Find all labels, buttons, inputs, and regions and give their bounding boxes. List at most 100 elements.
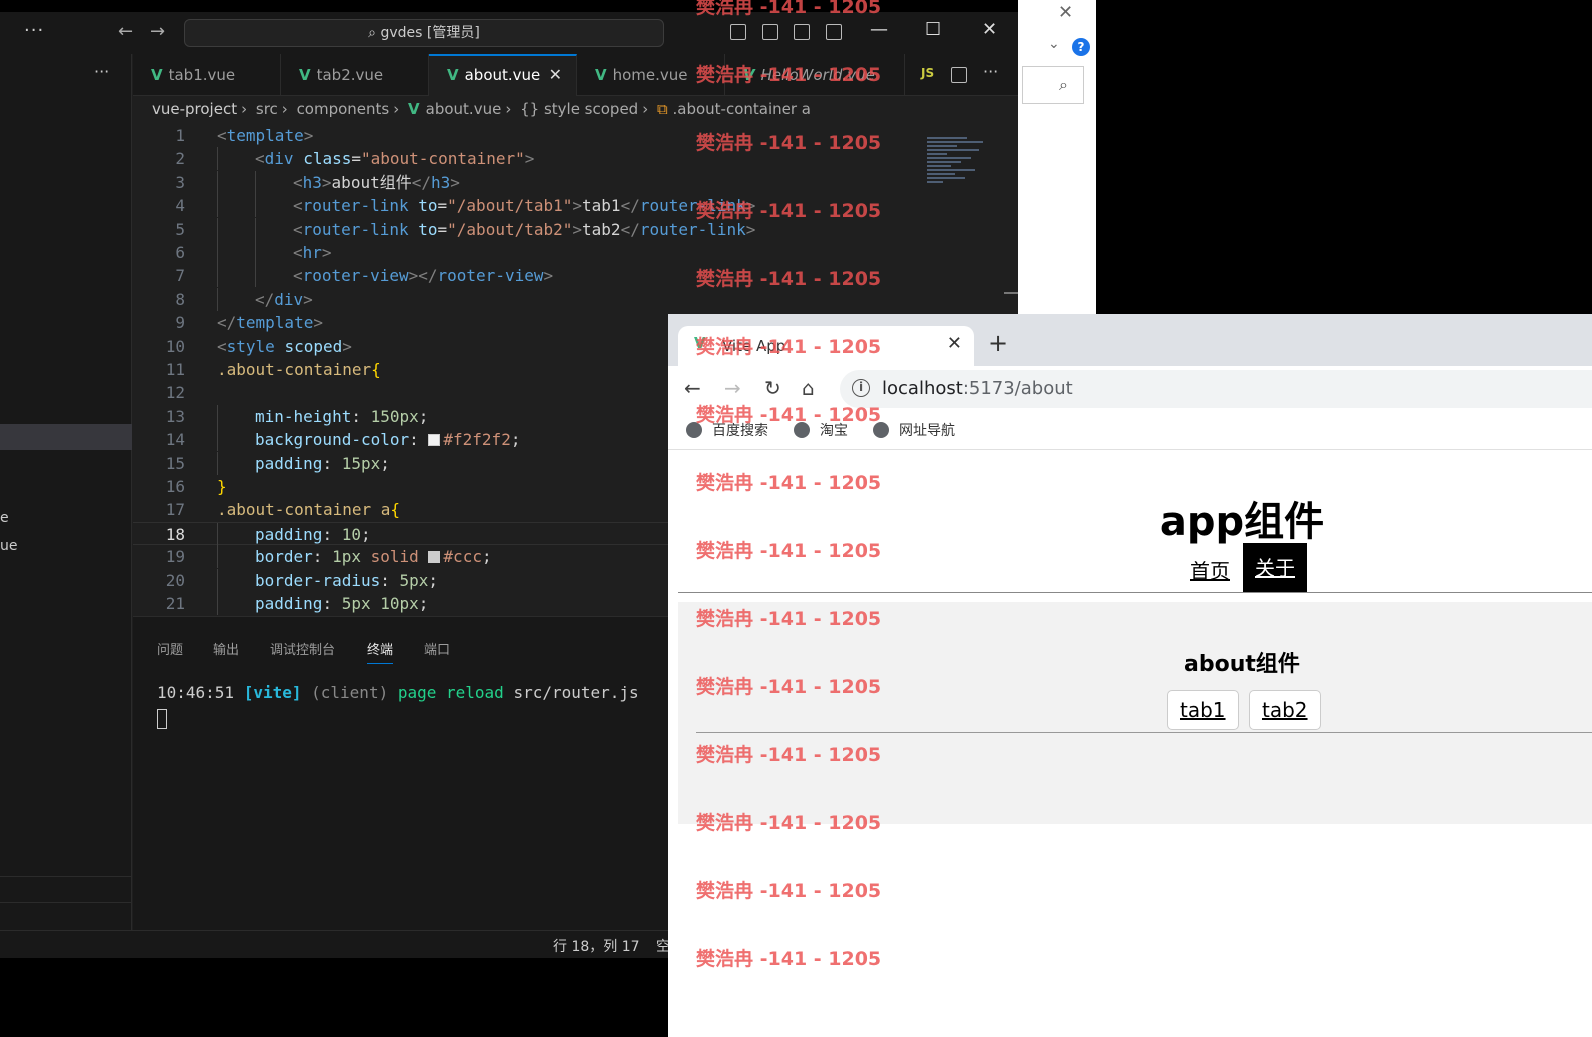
code-token: border-radius — [255, 570, 381, 590]
search-input[interactable]: ⌕ — [1022, 66, 1084, 104]
code-text: } — [217, 475, 227, 498]
nav-link-home[interactable]: 首页 — [1190, 555, 1230, 584]
watermark-text: 樊浩冉 -141 - 1205 — [696, 200, 882, 222]
sidebar-more-icon[interactable]: ··· — [94, 62, 109, 81]
watermark-text: 樊浩冉 -141 - 1205 — [696, 268, 882, 290]
color-swatch[interactable] — [428, 434, 441, 447]
code-token: .about-container a — [217, 500, 391, 520]
new-tab-icon[interactable]: + — [988, 329, 1008, 357]
close-tab-icon[interactable]: ✕ — [549, 56, 562, 94]
tab-about-vue[interactable]: Vabout.vue ✕ — [429, 54, 577, 96]
code-token: = — [437, 219, 448, 239]
code-line[interactable]: 7 <rooter-view></rooter-view> — [133, 264, 1018, 288]
indent-guide — [217, 522, 218, 546]
breadcrumb-item[interactable]: src — [256, 100, 278, 118]
chevron-down-icon[interactable]: ⌄ — [1048, 36, 1060, 52]
site-info-icon[interactable]: i — [852, 379, 870, 397]
back-arrow-icon[interactable]: ← — [118, 21, 133, 42]
close-tab-icon[interactable]: ✕ — [947, 333, 962, 354]
minimize-icon[interactable]: — — [870, 19, 888, 40]
line-number: 8 — [175, 289, 185, 309]
menu-more-icon[interactable]: ··· — [24, 20, 44, 41]
split-editor-icon[interactable] — [951, 67, 967, 83]
terminal-cursor[interactable] — [157, 709, 167, 729]
code-token: ; — [418, 406, 429, 426]
forward-icon[interactable]: → — [724, 376, 741, 400]
code-token: h3 — [430, 172, 451, 192]
code-token: ; — [510, 430, 521, 450]
tab-tab1-vue[interactable]: Vtab1.vue — [133, 54, 281, 96]
maximize-icon[interactable]: ☐ — [925, 19, 941, 40]
address-bar[interactable]: i localhost:5173/about — [840, 370, 1592, 408]
line-number: 16 — [165, 477, 185, 496]
customize-layout-icon[interactable] — [826, 24, 842, 40]
code-token: } — [217, 477, 227, 496]
color-swatch[interactable] — [428, 551, 441, 564]
back-icon[interactable]: ← — [684, 376, 701, 400]
line-number: 1 — [175, 126, 185, 145]
sidebar-selected-row[interactable] — [0, 424, 132, 450]
code-token: rooter-view — [437, 266, 544, 286]
code-token: padding — [255, 453, 323, 473]
indent-guide — [217, 170, 218, 194]
code-line[interactable]: 6 <hr> — [133, 241, 1018, 264]
vue-file-icon: V — [408, 100, 420, 118]
command-center-search[interactable]: ⌕ gvdes [管理员] — [184, 19, 664, 47]
code-line[interactable]: 3 <h3>about组件</h3> — [133, 170, 1018, 194]
router-link-tab2[interactable]: tab2 — [1249, 690, 1321, 730]
vue-file-icon: V — [595, 66, 607, 84]
editor-more-icon[interactable]: ··· — [983, 62, 998, 81]
breadcrumb-item[interactable]: vue-project — [152, 100, 237, 118]
breadcrumb-item[interactable]: about.vue — [426, 100, 502, 118]
indent-guide — [217, 241, 218, 264]
line-number: 3 — [175, 172, 185, 192]
code-line[interactable]: 5 <router-link to="/about/tab2">tab2</rou… — [133, 217, 1018, 241]
sidebar-file-fragment[interactable]: e — [0, 510, 9, 526]
toggle-panel-icon[interactable] — [762, 24, 778, 40]
search-icon: ⌕ — [368, 25, 381, 41]
panel-tab-terminal[interactable]: 终端 — [367, 639, 394, 664]
code-token: template — [226, 126, 304, 145]
breadcrumb-item[interactable]: components — [297, 100, 390, 118]
toggle-primary-sidebar-icon[interactable] — [730, 24, 746, 40]
panel-tab-ports[interactable]: 端口 — [424, 639, 450, 658]
indent-guide — [255, 241, 256, 264]
router-link-tab1[interactable]: tab1 — [1167, 690, 1239, 730]
code-line[interactable]: 1 <template> — [133, 124, 1018, 147]
code-token: tab1 — [582, 196, 621, 216]
cursor-position[interactable]: 行 18，列 17 — [553, 936, 640, 956]
watermark-text: 樊浩冉 -141 - 1205 — [696, 540, 882, 562]
breadcrumb-item[interactable]: {} style scoped — [520, 100, 638, 118]
forward-arrow-icon[interactable]: → — [150, 21, 165, 42]
minimap[interactable] — [927, 137, 987, 197]
close-window-icon[interactable]: ✕ — [982, 19, 997, 40]
sidebar-file-fragment[interactable]: ue — [0, 538, 18, 554]
breadcrumb-item[interactable]: .about-container a — [672, 100, 811, 118]
code-token: padding — [255, 524, 323, 544]
terminal-time: 10:46:51 — [157, 683, 235, 702]
tab-tab2-vue[interactable]: Vtab2.vue — [281, 54, 429, 96]
home-icon[interactable]: ⌂ — [802, 376, 815, 400]
code-token: : — [322, 524, 342, 544]
code-line[interactable]: 8 </div> — [133, 287, 1018, 311]
code-token: > — [321, 172, 332, 192]
watermark-text: 樊浩冉 -141 - 1205 — [696, 336, 882, 358]
nav-link-about[interactable]: 关于 — [1243, 543, 1307, 593]
code-line[interactable]: 4 <router-link to="/about/tab1">tab1</rou… — [133, 194, 1018, 218]
toggle-secondary-sidebar-icon[interactable] — [794, 24, 810, 40]
panel-tab-problems[interactable]: 问题 — [157, 639, 183, 658]
bookmark-item[interactable]: 网址导航 — [873, 420, 955, 440]
panel-tab-debug-console[interactable]: 调试控制台 — [270, 639, 335, 658]
line-number: 2 — [175, 149, 185, 169]
panel-tab-output[interactable]: 输出 — [213, 639, 239, 658]
code-text: <hr> — [293, 241, 332, 264]
close-icon[interactable]: ✕ — [1058, 2, 1073, 23]
reload-icon[interactable]: ↻ — [764, 376, 781, 400]
help-icon[interactable]: ? — [1072, 38, 1090, 56]
code-token: : — [322, 594, 342, 613]
editor-scrollbar[interactable] — [1004, 292, 1018, 294]
code-token: rooter-view — [302, 266, 409, 286]
code-line[interactable]: 2 <div class="about-container"> — [133, 147, 1018, 171]
